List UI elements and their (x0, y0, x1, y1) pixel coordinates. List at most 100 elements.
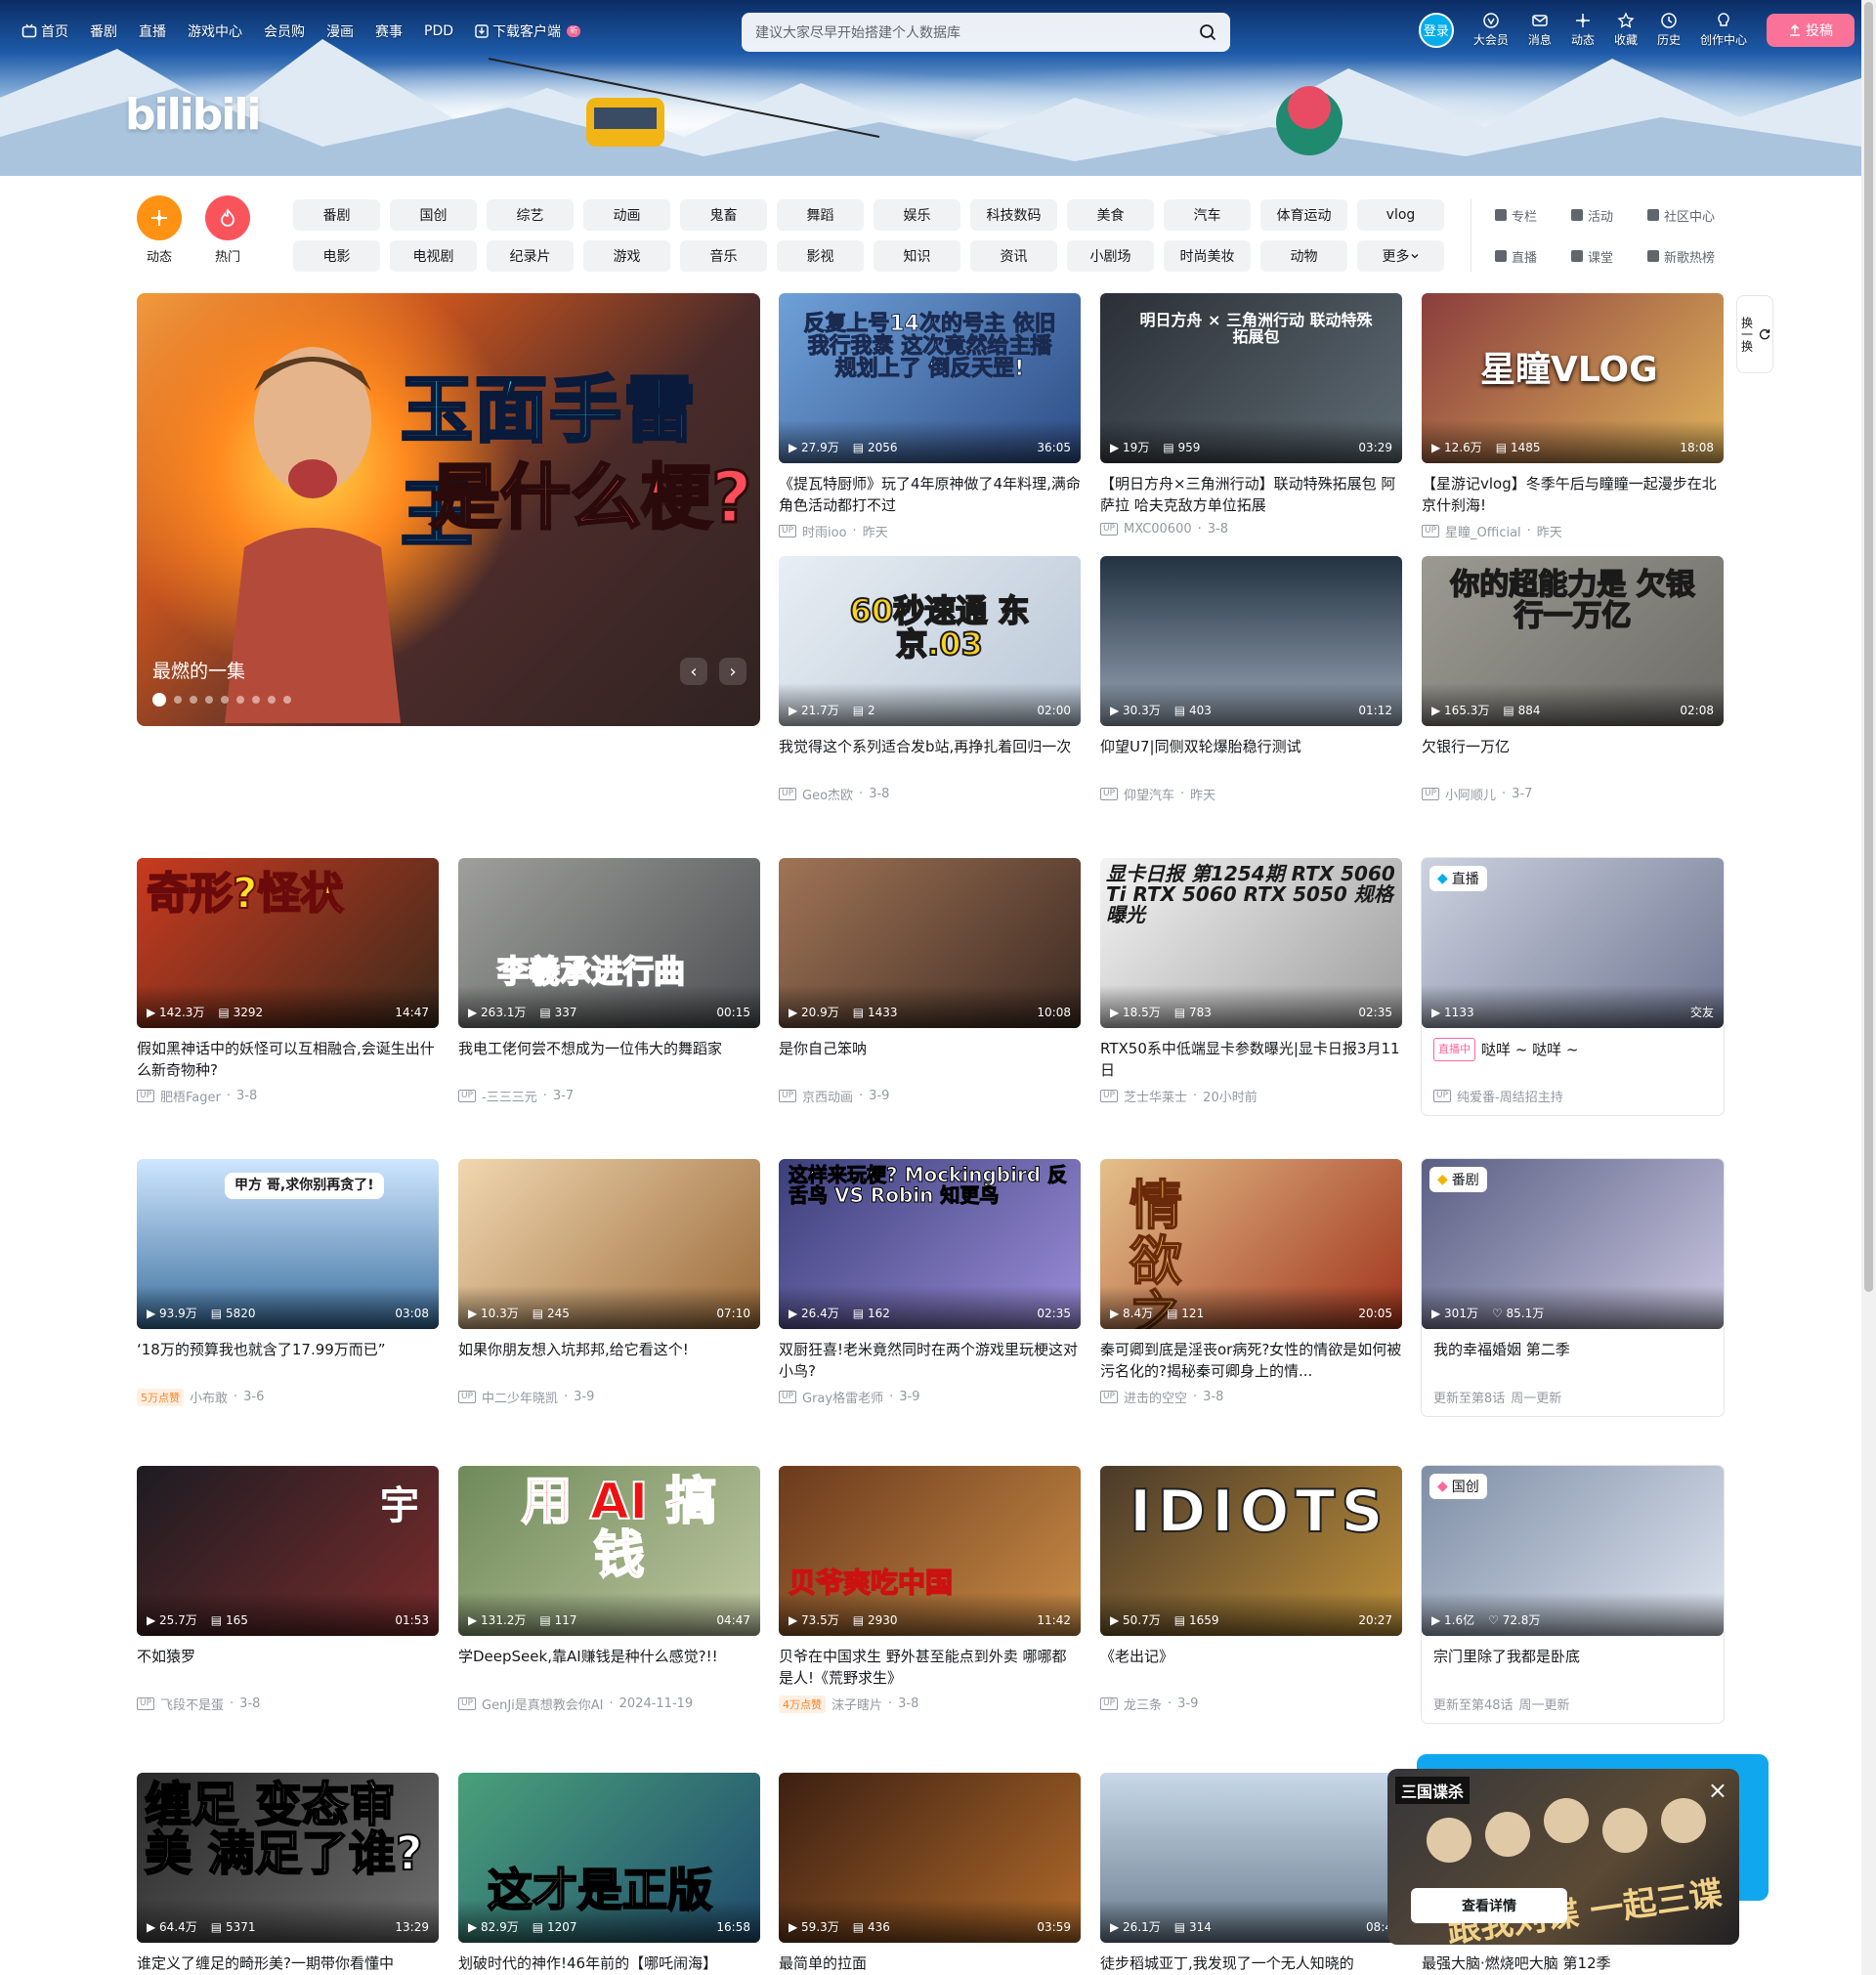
uploader-name[interactable]: -三三三元 (482, 1087, 537, 1105)
video-title[interactable]: ‘18万的预算我也就含了17.99万而已” (137, 1339, 439, 1382)
nav-game-center[interactable]: 游戏中心 (188, 21, 242, 41)
search-icon[interactable] (1199, 23, 1216, 41)
uploader-name[interactable]: Gray格雷老师 (802, 1388, 883, 1406)
video-title[interactable]: 宗门里除了我都是卧底 (1422, 1646, 1724, 1689)
nav-download[interactable]: 下载客户端 新 (475, 21, 581, 41)
video-thumbnail[interactable]: 这才是正版 ▶ 82.9万 ▤ 1207 16:58 (458, 1773, 760, 1943)
video-title[interactable]: 是你自己笨呐 (779, 1038, 1081, 1081)
video-title[interactable]: 《老出记》 (1100, 1646, 1402, 1689)
nav-vip[interactable]: 大会员 (1473, 12, 1509, 48)
video-card[interactable]: 显卡日报 第1254期 RTX 5060 Ti RTX 5060 RTX 505… (1100, 858, 1402, 1105)
uploader-name[interactable]: Geo杰欧 (802, 785, 853, 803)
video-card[interactable]: 用 AI 搞 钱 ▶ 131.2万 ▤ 117 04:47 学DeepSeek,靠AI赚… (458, 1466, 760, 1713)
channel-music-chart[interactable]: 新歌热榜 (1647, 240, 1724, 272)
video-card[interactable]: ◆ 国创 ▶ 1.6亿 ♡ 72.8万 宗门里除了我都是卧底 更新至第48话 周一更新 (1422, 1466, 1724, 1723)
scrollbar-thumb[interactable] (1864, 2, 1873, 1292)
carousel-dot[interactable] (190, 696, 197, 704)
nav-history[interactable]: 历史 (1657, 12, 1681, 48)
video-title[interactable]: 双厨狂喜!老米竟然同时在两个游戏里玩梗这对小鸟? (779, 1339, 1081, 1382)
video-thumbnail[interactable]: 这样来玩梗? Mockingbird 反舌鸟 VS Robin 知更鸟 ▶ 26.… (779, 1159, 1081, 1329)
channel-item[interactable]: 知识 (874, 240, 960, 272)
video-title[interactable]: 秦可卿到底是淫丧or病死?女性的情欲是如何被污名化的?揭秘秦可卿身上的情... (1100, 1339, 1402, 1382)
uploader-name[interactable]: 京西动画 (802, 1087, 853, 1105)
uploader-name[interactable]: 肥梧Fager (160, 1087, 221, 1105)
video-thumbnail[interactable]: 显卡日报 第1254期 RTX 5060 Ti RTX 5060 RTX 505… (1100, 858, 1402, 1028)
channel-item[interactable]: 汽车 (1164, 199, 1251, 231)
carousel-dot[interactable] (174, 696, 182, 704)
video-card[interactable]: ▶ 26.1万 ▤ 314 08:4 徒步稻城亚丁,我发现了一个无人知晓的 (1100, 1773, 1402, 1975)
uploader-name[interactable]: 纯爱番-周结招主持 (1457, 1087, 1563, 1105)
channel-item[interactable]: 影视 (777, 240, 864, 272)
hero-carousel[interactable]: 玉面手雷王 是什么梗? 最燃的一集 ‹ › (137, 293, 760, 726)
channel-course[interactable]: 课堂 (1571, 240, 1647, 272)
video-title[interactable]: 【星游记vlog】冬季午后与瞳瞳一起漫步在北京什刹海! (1422, 473, 1724, 516)
popup-detail-button[interactable]: 查看详情 (1411, 1888, 1567, 1923)
uploader-name[interactable]: 飞段不是蛋 (160, 1695, 224, 1713)
video-thumbnail[interactable]: ▶ 26.1万 ▤ 314 08:4 (1100, 1773, 1402, 1943)
video-thumbnail[interactable]: ◆ 番剧 ▶ 301万 ♡ 85.1万 (1422, 1159, 1724, 1329)
nav-match[interactable]: 赛事 (375, 21, 403, 41)
nav-creator[interactable]: 创作中心 (1700, 12, 1747, 48)
uploader-name[interactable]: 星瞳_Official (1445, 522, 1521, 540)
video-card[interactable]: ▶ 30.3万 ▤ 403 01:12 仰望U7|同侧双轮爆胎稳行测试 UP 仰望汽车 · … (1100, 556, 1402, 803)
video-card[interactable]: ▶ 10.3万 ▤ 245 07:10 如果你朋友想入坑邦邦,给它看这个! UP 中二少年… (458, 1159, 760, 1406)
page-scrollbar[interactable] (1861, 0, 1876, 1975)
channel-item[interactable]: 时尚美妆 (1164, 240, 1251, 272)
channel-item[interactable]: 舞蹈 (777, 199, 864, 231)
video-card[interactable]: 你的超能力是 欠银行一万亿 ▶ 165.3万 ▤ 884 02:08 欠银行一万亿 UP 小… (1422, 556, 1724, 803)
uploader-name[interactable]: 仰望汽车 (1124, 785, 1174, 803)
channel-item[interactable]: 鬼畜 (680, 199, 767, 231)
uploader-name[interactable]: 沫子瞎片 (831, 1695, 882, 1713)
video-thumbnail[interactable]: ▶ 20.9万 ▤ 1433 10:08 (779, 858, 1081, 1028)
video-title[interactable]: 我的幸福婚姻 第二季 (1422, 1339, 1724, 1382)
channel-item[interactable]: vlog (1357, 199, 1444, 231)
carousel-next-button[interactable]: › (719, 658, 746, 685)
channel-item[interactable]: 动物 (1260, 240, 1347, 272)
video-title[interactable]: 我觉得这个系列适合发b站,再挣扎着回归一次 (779, 736, 1081, 779)
upload-button[interactable]: 投稿 (1767, 13, 1855, 47)
channel-community[interactable]: 社区中心 (1647, 199, 1724, 231)
video-title[interactable]: 《提瓦特厨师》玩了4年原神做了4年料理,满命角色活动都打不过 (779, 473, 1081, 516)
nav-live[interactable]: 直播 (139, 21, 166, 41)
video-card[interactable]: IDIOTS ▶ 50.7万 ▤ 1659 20:27 《老出记》 UP 龙三条 · 3-9 (1100, 1466, 1402, 1713)
channel-item[interactable]: 资讯 (970, 240, 1057, 272)
video-title[interactable]: 【明日方舟×三角洲行动】联动特殊拓展包 阿萨拉 哈夫克敌方单位拓展 (1100, 473, 1402, 516)
uploader-name[interactable]: MXC00600 (1124, 522, 1192, 537)
nav-pdd[interactable]: PDD (424, 23, 453, 39)
video-card[interactable]: 甲方 哥,求你别再贪了! ▶ 93.9万 ▤ 5820 03:08 ‘18万的预算我也就… (137, 1159, 439, 1406)
channel-item[interactable]: 综艺 (487, 199, 574, 231)
video-title[interactable]: 仰望U7|同侧双轮爆胎稳行测试 (1100, 736, 1402, 779)
video-thumbnail[interactable]: 情 欲 之 死▶ 8.4万▤ 12120:05 (1100, 1159, 1402, 1329)
uploader-name[interactable]: 龙三条 (1124, 1695, 1162, 1713)
video-card[interactable]: 奇形?怪状 ▶ 142.3万 ▤ 3292 14:47 假如黑神话中的妖怪可以互相融合,… (137, 858, 439, 1105)
video-title[interactable]: 学DeepSeek,靠AI赚钱是种什么感觉?!! (458, 1646, 760, 1689)
channel-item[interactable]: 娱乐 (874, 199, 960, 231)
video-card[interactable]: 60秒速通 东京.03 ▶ 21.7万 ▤ 2 02:00 我觉得这个系列适合发b站,再… (779, 556, 1081, 803)
uploader-name[interactable]: 芝士华莱士 (1124, 1087, 1187, 1105)
channel-live[interactable]: 直播 (1495, 240, 1571, 272)
video-title[interactable]: 欠银行一万亿 (1422, 736, 1724, 779)
video-thumbnail[interactable]: 奇形?怪状 ▶ 142.3万 ▤ 3292 14:47 (137, 858, 439, 1028)
video-card[interactable]: ◆ 番剧 ▶ 301万 ♡ 85.1万 我的幸福婚姻 第二季 更新至第8话 周一更新 (1422, 1159, 1724, 1416)
video-card[interactable]: 这才是正版 ▶ 82.9万 ▤ 1207 16:58 划破时代的神作!46年前的【哪吒闹… (458, 1773, 760, 1975)
carousel-prev-button[interactable]: ‹ (680, 658, 707, 685)
video-thumbnail[interactable]: 贝爷爽吃中国 ▶ 73.5万 ▤ 2930 11:42 (779, 1466, 1081, 1636)
channel-item[interactable]: 纪录片 (487, 240, 574, 272)
uploader-name[interactable]: GenJi是真想教会你AI (482, 1695, 603, 1713)
video-thumbnail[interactable]: ▶ 10.3万 ▤ 245 07:10 (458, 1159, 760, 1329)
video-title[interactable]: 划破时代的神作!46年前的【哪吒闹海】 (458, 1953, 760, 1975)
video-thumbnail[interactable]: 明日方舟 × 三角洲行动 联动特殊拓展包 ▶ 19万 ▤ 959 03:29 (1100, 293, 1402, 463)
video-title[interactable]: 直播中 哒咩 ~ 哒咩 ~ (1422, 1038, 1724, 1081)
uploader-name[interactable]: 时雨ioo (802, 522, 847, 540)
video-thumbnail[interactable]: 李羲承进行曲 ▶ 263.1万 ▤ 337 00:15 (458, 858, 760, 1028)
video-title[interactable]: 不如猿罗 (137, 1646, 439, 1689)
video-thumbnail[interactable]: ▶ 30.3万 ▤ 403 01:12 (1100, 556, 1402, 726)
channel-more[interactable]: 更多 (1357, 240, 1444, 272)
video-card[interactable]: 李羲承进行曲 ▶ 263.1万 ▤ 337 00:15 我电工佬何尝不想成为一位伟大的舞… (458, 858, 760, 1105)
video-card[interactable]: ◆ 直播 ▶ 1133 交友 直播中 哒咩 ~ 哒咩 ~ UP 纯爱番-周结招主持 (1422, 858, 1724, 1115)
video-thumbnail[interactable]: 你的超能力是 欠银行一万亿 ▶ 165.3万 ▤ 884 02:08 (1422, 556, 1724, 726)
video-card[interactable]: 反复上号14次的号主 依旧我行我素 这次竟然给主播规划上了 倒反天罡! ▶ 27.… (779, 293, 1081, 540)
channel-item[interactable]: 科技数码 (970, 199, 1057, 231)
carousel-dot[interactable] (252, 696, 260, 704)
carousel-dot[interactable] (221, 696, 229, 704)
